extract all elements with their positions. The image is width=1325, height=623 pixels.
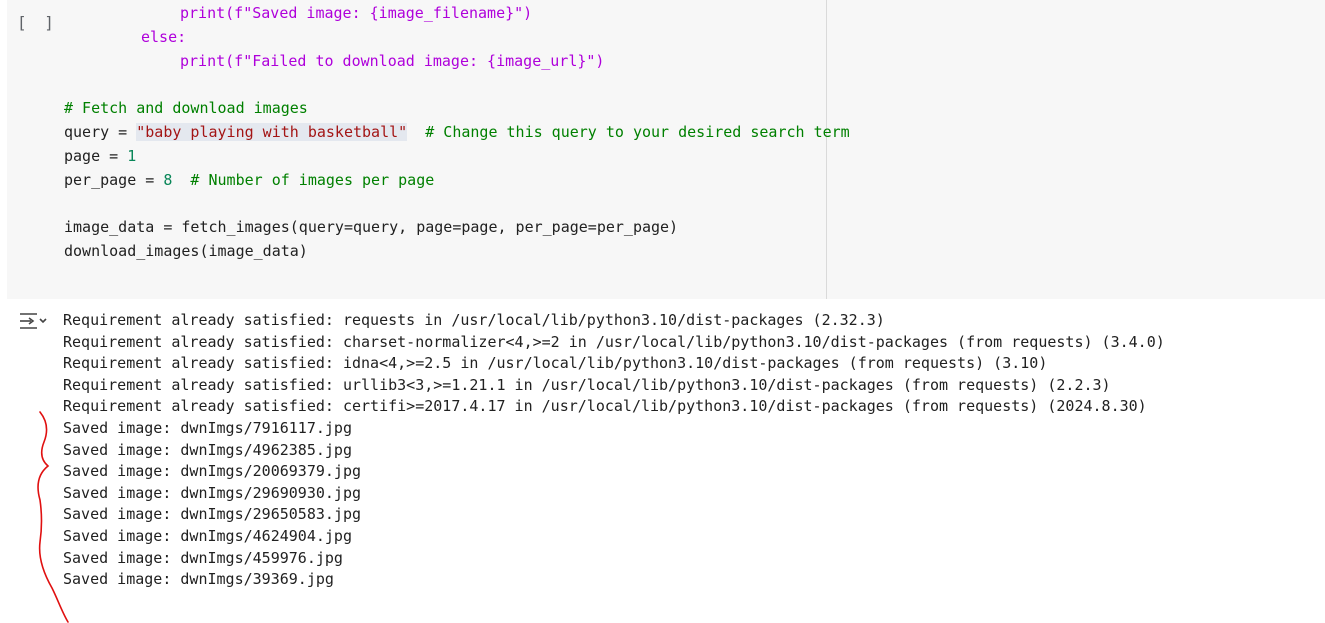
- output-line: Saved image: dwnImgs/39369.jpg: [63, 570, 334, 589]
- code-line[interactable]: page = 1: [64, 145, 136, 167]
- output-line: Saved image: dwnImgs/20069379.jpg: [63, 462, 362, 481]
- output-line: Saved image: dwnImgs/4962385.jpg: [63, 440, 352, 459]
- output-line: Saved image: dwnImgs/459976.jpg: [63, 548, 343, 567]
- code-line[interactable]: # Fetch and download images: [64, 97, 308, 119]
- code-string: "baby playing with basketball": [136, 123, 408, 141]
- output-line: Requirement already satisfied: urllib3<3…: [63, 375, 1111, 394]
- code-line[interactable]: print(f"Failed to download image: {image…: [180, 50, 604, 72]
- output-line: Saved image: dwnImgs/29690930.jpg: [63, 483, 362, 502]
- code-token: print(f"Failed to download image: {image…: [180, 52, 605, 70]
- code-token: page =: [64, 147, 128, 165]
- code-token: per_page =: [64, 171, 164, 189]
- run-cell-button[interactable]: [ ]: [17, 13, 58, 32]
- output-toggle-icon[interactable]: [18, 310, 48, 332]
- code-line[interactable]: download_images(image_data): [64, 240, 308, 262]
- red-brace-annotation: [37, 411, 69, 623]
- code-token: print(f"Saved image: {image_filename}"): [180, 4, 533, 22]
- editor-ruler: [826, 0, 827, 299]
- output-line: Requirement already satisfied: idna<4,>=…: [63, 354, 1048, 373]
- output-line: Requirement already satisfied: charset-n…: [63, 332, 1165, 351]
- code-number: 1: [127, 147, 137, 165]
- code-token: image_data = fetch_images(query=query, p…: [64, 218, 679, 236]
- code-line[interactable]: per_page = 8 # Number of images per page: [64, 169, 434, 191]
- code-line[interactable]: image_data = fetch_images(query=query, p…: [64, 216, 678, 238]
- code-comment: # Change this query to your desired sear…: [407, 123, 850, 141]
- code-line[interactable]: query = "baby playing with basketball" #…: [64, 121, 850, 143]
- code-token: download_images(image_data): [64, 242, 308, 260]
- output-line: Saved image: dwnImgs/4624904.jpg: [63, 527, 352, 545]
- code-line[interactable]: print(f"Saved image: {image_filename}"): [180, 2, 532, 24]
- code-comment: # Number of images per page: [172, 171, 435, 189]
- output-line: Saved image: dwnImgs/7916117.jpg: [63, 419, 352, 437]
- code-comment: # Fetch and download images: [64, 99, 308, 117]
- output-line: Requirement already satisfied: requests …: [63, 311, 885, 329]
- code-token: else:: [141, 28, 187, 46]
- output-line: Requirement already satisfied: certifi>=…: [63, 397, 1147, 416]
- output-line: Saved image: dwnImgs/29650583.jpg: [63, 505, 362, 524]
- code-token: query =: [64, 123, 137, 141]
- code-line[interactable]: else:: [141, 26, 186, 48]
